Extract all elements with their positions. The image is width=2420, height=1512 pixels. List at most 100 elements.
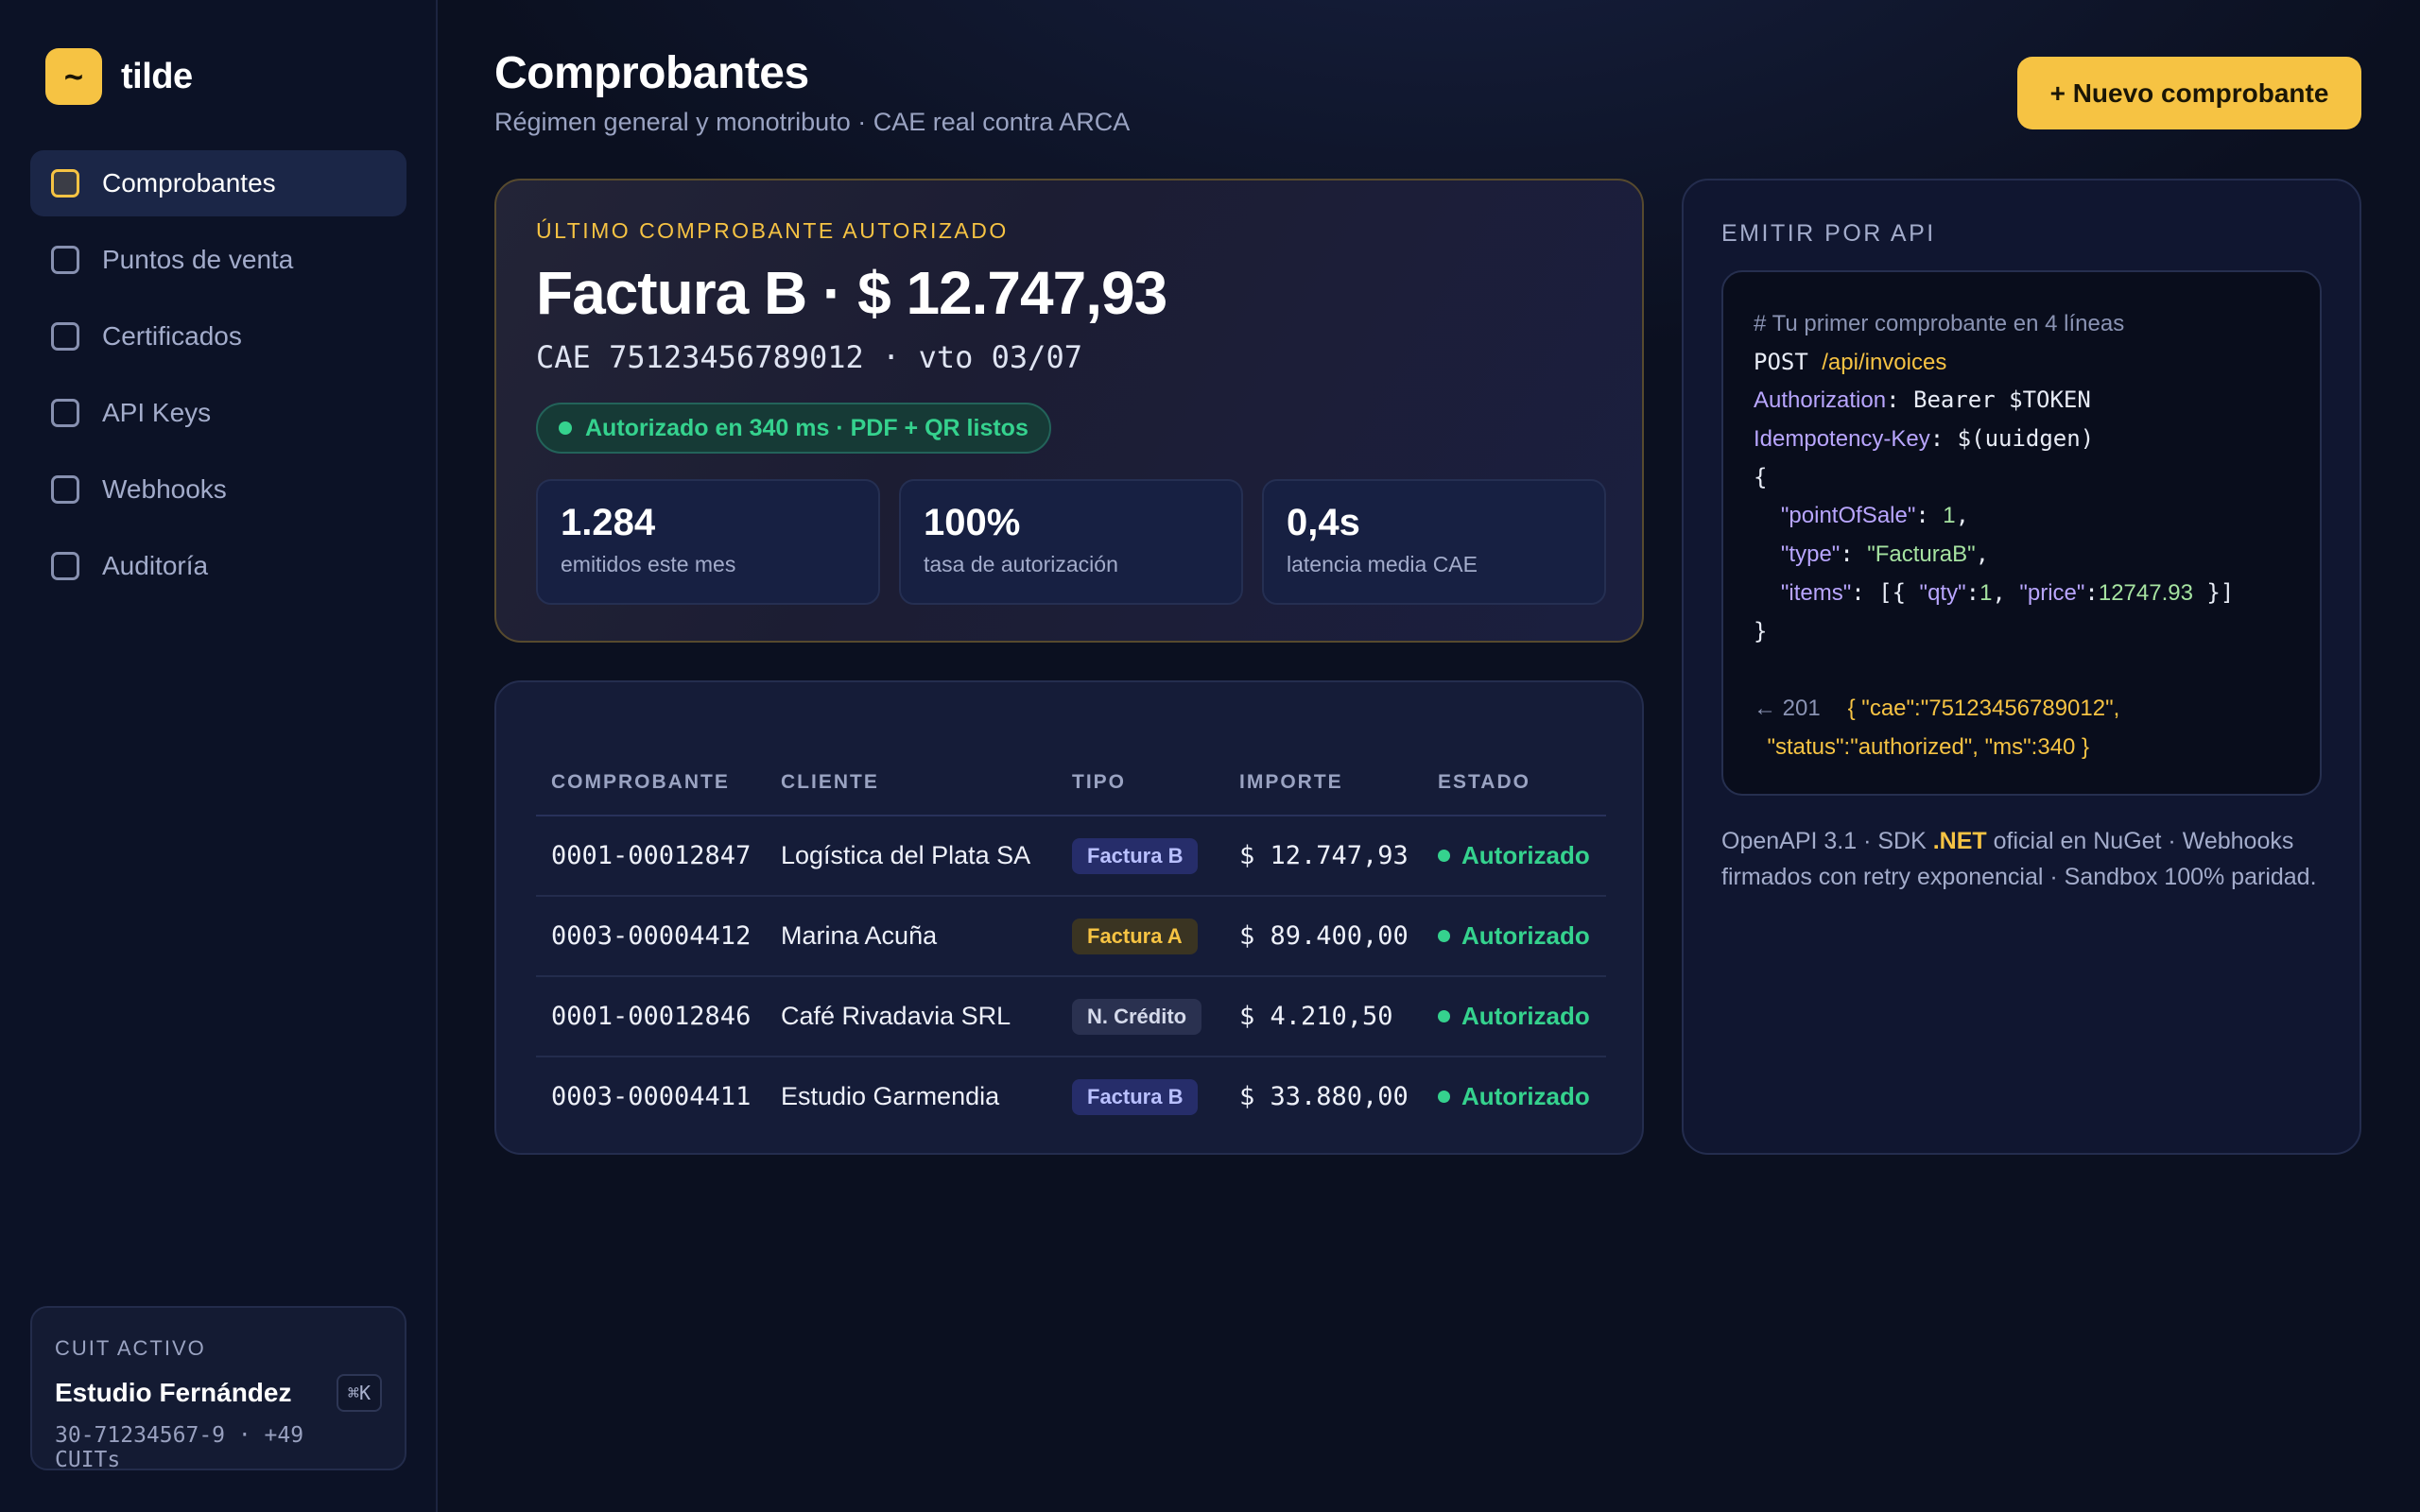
code-json-value: 1: [1943, 503, 1956, 529]
brand[interactable]: ~ tilde: [45, 48, 193, 105]
type-cell: Factura B: [1072, 816, 1199, 895]
status-dot-icon: [1438, 930, 1450, 942]
cuit-number: 30-71234567-9 · +49 CUITs: [55, 1423, 304, 1472]
sidebar-item-puntos-de-venta[interactable]: Puntos de venta: [30, 227, 406, 293]
status-cell: Autorizado: [1438, 977, 1590, 1056]
page-title: Comprobantes: [494, 48, 809, 98]
checkbox-icon: [51, 322, 79, 351]
type-badge: N. Crédito: [1072, 998, 1202, 1035]
api-footnote-text: OpenAPI 3.1 · SDK: [1721, 828, 1933, 854]
sidebar-nav: Comprobantes Puntos de venta Certificado…: [30, 150, 406, 610]
stat-card: 100% tasa de autorización: [899, 479, 1243, 605]
table-row[interactable]: 0003-00004411 Estudio Garmendia Factura …: [536, 1057, 1606, 1138]
invoice-number: 0003-00004411: [551, 1082, 752, 1111]
cuit-label: CUIT ACTIVO: [55, 1336, 206, 1360]
status-dot-icon: [1438, 1091, 1450, 1103]
brand-name: tilde: [121, 56, 193, 96]
status-dot-icon: [1438, 850, 1450, 862]
status-cell: Autorizado: [1438, 897, 1590, 975]
sidebar-item-api-keys[interactable]: API Keys: [30, 380, 406, 446]
sidebar-item-label: Comprobantes: [102, 168, 276, 198]
column-header-tipo[interactable]: TIPO: [1072, 771, 1126, 794]
column-header-importe[interactable]: IMPORTE: [1239, 771, 1343, 794]
code-json-value: "FacturaB": [1867, 541, 1976, 568]
sidebar-item-label: Puntos de venta: [102, 245, 294, 274]
type-badge: Factura B: [1072, 1078, 1199, 1115]
api-footnote-highlight: .NET: [1932, 828, 1987, 854]
api-panel-title: EMITIR POR API: [1721, 220, 1936, 247]
amount: $ 33.880,00: [1239, 1082, 1409, 1111]
code-json-key: "pointOfSale": [1780, 503, 1916, 529]
sidebar-item-label: Certificados: [102, 321, 242, 351]
type-cell: N. Crédito: [1072, 977, 1202, 1056]
page-subtitle: Régimen general y monotributo · CAE real…: [494, 108, 1131, 136]
code-brace: {: [1754, 463, 1768, 490]
code-block[interactable]: # Tu primer comprobante en 4 líneas POST…: [1721, 270, 2322, 796]
status-pill: Autorizado en 340 ms · PDF + QR listos: [536, 403, 1051, 454]
column-header-comprobante[interactable]: COMPROBANTE: [551, 771, 730, 794]
stat-card: 0,4s latencia media CAE: [1262, 479, 1606, 605]
invoice-number: 0003-00004412: [551, 921, 752, 951]
table-header: COMPROBANTE CLIENTE TIPO IMPORTE ESTADO: [536, 750, 1606, 816]
table-row[interactable]: 0001-00012847 Logística del Plata SA Fac…: [536, 816, 1606, 897]
stats-row: 1.284 emitidos este mes 100% tasa de aut…: [536, 479, 1606, 605]
checkbox-icon: [51, 399, 79, 427]
checkbox-icon: [51, 552, 79, 580]
hero-title: Factura B · $ 12.747,93: [536, 259, 1167, 327]
last-invoice-card: ÚLTIMO COMPROBANTE AUTORIZADO Factura B …: [494, 179, 1644, 643]
sidebar-item-certificados[interactable]: Certificados: [30, 303, 406, 369]
status-pill-text: Autorizado en 340 ms · PDF + QR listos: [585, 414, 1028, 441]
sidebar-item-webhooks[interactable]: Webhooks: [30, 456, 406, 523]
invoice-number: 0001-00012846: [551, 1002, 752, 1031]
api-footnote: OpenAPI 3.1 · SDK .NET oficial en NuGet …: [1721, 823, 2336, 895]
sidebar: ~ tilde Comprobantes Puntos de venta Cer…: [0, 0, 438, 1512]
stat-label: tasa de autorización: [924, 552, 1118, 576]
code-header-key: Authorization: [1754, 387, 1887, 414]
sidebar-item-label: Webhooks: [102, 474, 227, 504]
checkbox-icon: [51, 475, 79, 504]
column-header-cliente[interactable]: CLIENTE: [781, 771, 879, 794]
hero-cae: CAE 75123456789012 · vto 03/07: [536, 339, 1082, 375]
brand-logo-icon: ~: [45, 48, 102, 105]
code-comment: # Tu primer comprobante en 4 líneas: [1754, 311, 2125, 336]
sidebar-item-comprobantes[interactable]: Comprobantes: [30, 150, 406, 216]
code-method: POST: [1754, 348, 1808, 375]
code-json-key: "items": [1780, 579, 1852, 606]
table-row[interactable]: 0001-00012846 Café Rivadavia SRL N. Créd…: [536, 977, 1606, 1057]
code-punct: }]: [2192, 578, 2235, 606]
code-json-key: "price": [2019, 579, 2085, 606]
code-json-value: 1: [1979, 579, 1993, 606]
sidebar-item-auditoria[interactable]: Auditoría: [30, 533, 406, 599]
new-invoice-button[interactable]: + Nuevo comprobante: [2017, 57, 2361, 129]
stat-label: emitidos este mes: [561, 552, 736, 576]
code-url: /api/invoices: [1822, 349, 1947, 375]
column-header-estado[interactable]: ESTADO: [1438, 771, 1530, 794]
table-row[interactable]: 0003-00004412 Marina Acuña Factura A $ 8…: [536, 897, 1606, 977]
code-header-value: : Bearer $TOKEN: [1886, 387, 2091, 414]
amount: $ 12.747,93: [1239, 841, 1409, 870]
code-response-status: ← 201: [1754, 695, 1821, 721]
status-cell: Autorizado: [1438, 816, 1590, 895]
status-text: Autorizado: [1461, 841, 1590, 869]
client-name: Café Rivadavia SRL: [781, 1002, 1011, 1030]
type-cell: Factura A: [1072, 897, 1198, 975]
status-cell: Autorizado: [1438, 1057, 1590, 1136]
cuit-switcher[interactable]: CUIT ACTIVO Estudio Fernández ⌘K 30-7123…: [30, 1306, 406, 1472]
code-response-body: { "cae":"75123456789012",: [1847, 695, 2120, 721]
stat-value: 100%: [924, 502, 1021, 543]
client-name: Estudio Garmendia: [781, 1082, 1000, 1110]
hero-eyebrow: ÚLTIMO COMPROBANTE AUTORIZADO: [536, 218, 1009, 243]
shortcut-badge[interactable]: ⌘K: [336, 1374, 382, 1412]
code-response-body: "status":"authorized", "ms":340 }: [1767, 733, 2090, 760]
status-text: Autorizado: [1461, 1002, 1590, 1030]
client-name: Marina Acuña: [781, 921, 938, 950]
invoice-number: 0001-00012847: [551, 841, 752, 870]
checkbox-icon: [51, 169, 79, 198]
stat-value: 0,4s: [1287, 502, 1360, 543]
stat-card: 1.284 emitidos este mes: [536, 479, 880, 605]
amount: $ 89.400,00: [1239, 921, 1409, 951]
code-brace: }: [1754, 617, 1768, 644]
status-text: Autorizado: [1461, 1082, 1590, 1110]
cuit-name: Estudio Fernández: [55, 1378, 292, 1407]
status-dot-icon: [559, 421, 572, 435]
